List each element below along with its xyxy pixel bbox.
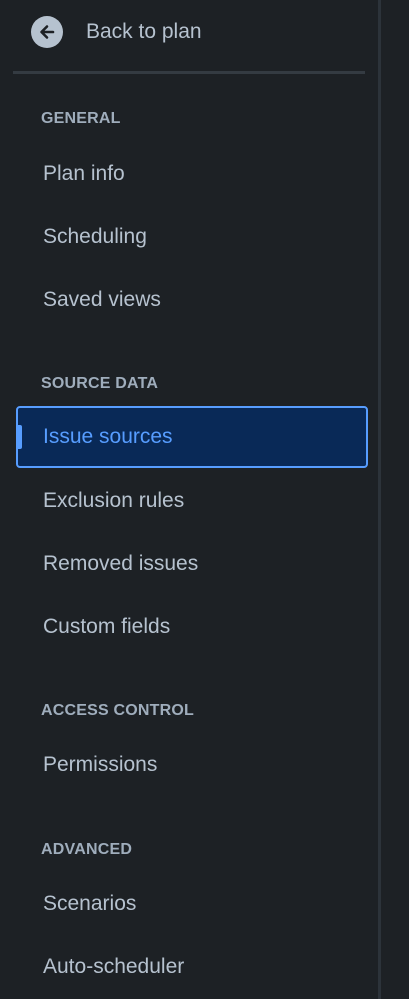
nav-item-label: Permissions [43, 753, 158, 776]
nav-item-label: Exclusion rules [43, 489, 185, 512]
nav-item-scheduling[interactable]: Scheduling [16, 211, 368, 263]
back-to-plan-button[interactable]: Back to plan [13, 8, 365, 56]
back-to-plan-label: Back to plan [86, 20, 202, 43]
section-heading-general: GENERAL [41, 110, 121, 127]
settings-sidebar: Back to plan GENERAL Plan info Schedulin… [0, 0, 378, 999]
nav-item-exclusion-rules[interactable]: Exclusion rules [16, 475, 368, 527]
divider [13, 71, 365, 74]
nav-item-auto-scheduler[interactable]: Auto-scheduler [16, 941, 368, 993]
arrow-left-icon [31, 16, 63, 48]
selected-indicator [18, 425, 22, 449]
nav-item-issue-sources[interactable]: Issue sources [16, 406, 368, 468]
nav-item-custom-fields[interactable]: Custom fields [16, 601, 368, 653]
section-heading-access-control: ACCESS CONTROL [41, 702, 195, 719]
nav-item-scenarios[interactable]: Scenarios [16, 878, 368, 930]
nav-item-label: Saved views [43, 288, 161, 311]
nav-item-removed-issues[interactable]: Removed issues [16, 538, 368, 590]
nav-item-saved-views[interactable]: Saved views [16, 274, 368, 326]
nav-item-label: Issue sources [43, 425, 173, 448]
nav-item-plan-info[interactable]: Plan info [16, 148, 368, 200]
nav-item-label: Plan info [43, 162, 125, 185]
nav-item-label: Scenarios [43, 892, 137, 915]
section-heading-source-data: SOURCE DATA [41, 375, 159, 392]
nav-item-permissions[interactable]: Permissions [16, 739, 368, 791]
nav-item-label: Auto-scheduler [43, 955, 185, 978]
section-heading-advanced: ADVANCED [41, 841, 133, 858]
main-content-pane [381, 0, 409, 999]
nav-item-label: Scheduling [43, 225, 147, 248]
nav-item-label: Custom fields [43, 615, 171, 638]
nav-item-label: Removed issues [43, 552, 199, 575]
